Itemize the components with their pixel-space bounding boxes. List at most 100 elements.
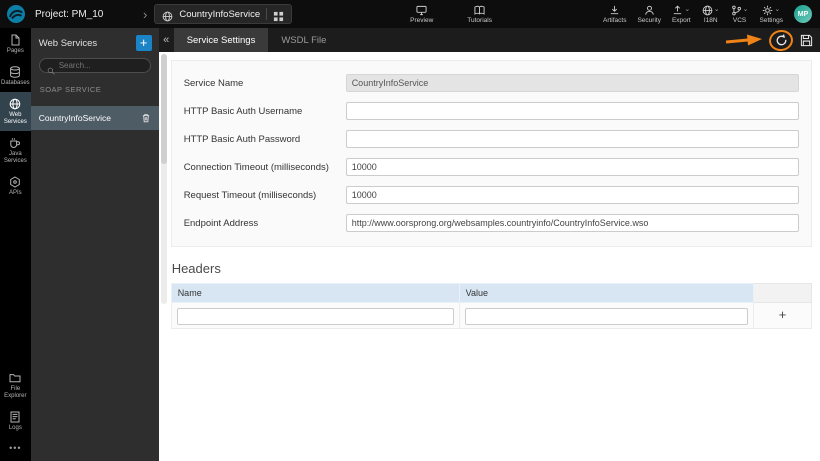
- form-row-auth-password: HTTP Basic Auth Password: [184, 130, 799, 148]
- menu-settings[interactable]: ⌄ Settings: [759, 4, 784, 24]
- column-header-actions: [753, 283, 812, 303]
- save-icon[interactable]: [800, 34, 813, 47]
- search-input[interactable]: [58, 61, 143, 70]
- column-header-name: Name: [170, 283, 460, 303]
- sidebar-item-java-services[interactable]: Java Services: [0, 131, 31, 170]
- scrollbar-thumb[interactable]: [160, 54, 167, 164]
- menu-label: Export: [671, 17, 691, 24]
- field-label: Endpoint Address: [183, 217, 259, 229]
- field-label: Connection Timeout (milliseconds): [183, 161, 329, 173]
- service-list-item[interactable]: CountryInfoService: [30, 106, 159, 130]
- tab-service-settings[interactable]: Service Settings: [173, 28, 269, 52]
- i18n-globe-icon: [702, 5, 713, 16]
- sidebar-item-logs[interactable]: Logs: [0, 405, 31, 437]
- vcs-branch-icon: [731, 5, 742, 16]
- reload-service-icon[interactable]: [774, 33, 789, 48]
- logs-document-icon: [9, 411, 21, 423]
- headers-table-row: +: [170, 302, 812, 329]
- sidebar-item-apis[interactable]: APIs: [0, 170, 31, 202]
- chevron-down-icon: ⌄: [774, 6, 781, 13]
- column-header-value: Value: [458, 283, 755, 303]
- app-logo-icon[interactable]: [6, 4, 26, 24]
- tutorials-button[interactable]: Tutorials: [467, 5, 492, 24]
- menu-artifacts[interactable]: Artifacts: [603, 4, 626, 24]
- preview-button[interactable]: Preview: [410, 5, 433, 24]
- form-row-auth-username: HTTP Basic Auth Username: [184, 102, 799, 120]
- auth-username-input[interactable]: [345, 102, 799, 120]
- grid-icon[interactable]: [273, 9, 284, 21]
- tutorials-book-icon: [474, 5, 485, 16]
- sidebar-item-file-explorer[interactable]: File Explorer: [0, 366, 31, 405]
- panel-title: Web Services: [38, 37, 98, 49]
- sidebar: Pages Databases Web Services Java Servic…: [0, 28, 31, 461]
- header-name-input[interactable]: [176, 307, 454, 325]
- service-search-box[interactable]: [38, 58, 151, 75]
- tab-wsdl-file[interactable]: WSDL File: [268, 28, 339, 52]
- web-services-panel: Web Services + SOAP SERVICE CountryInfoS…: [30, 28, 159, 461]
- database-icon: [9, 66, 21, 78]
- sidebar-item-label: Logs: [8, 425, 22, 431]
- vertical-scrollbar[interactable]: [160, 54, 167, 304]
- menu-vcs[interactable]: ⌄ VCS: [731, 4, 749, 24]
- annotation-circle: [767, 27, 795, 53]
- menu-label: Settings: [759, 17, 784, 24]
- trash-icon[interactable]: [141, 113, 151, 123]
- web-services-globe-icon: [9, 98, 21, 110]
- add-header-row-button[interactable]: +: [759, 307, 806, 322]
- field-label: HTTP Basic Auth Username: [183, 105, 303, 117]
- sidebar-item-web-services[interactable]: Web Services: [0, 92, 31, 131]
- topbar-center: Preview Tutorials: [410, 5, 492, 24]
- folder-icon: [9, 372, 21, 384]
- service-name-input[interactable]: [345, 74, 799, 92]
- headers-table-header-row: Name Value: [170, 283, 812, 303]
- chevron-down-icon: ⌄: [742, 6, 749, 13]
- menu-security[interactable]: Security: [637, 4, 661, 24]
- globe-icon: [162, 9, 173, 21]
- add-service-button[interactable]: +: [135, 35, 152, 51]
- soap-service-section-label: SOAP SERVICE: [39, 85, 102, 94]
- menu-label: Security: [637, 17, 661, 24]
- headers-section-title: Headers: [171, 261, 221, 276]
- field-label: HTTP Basic Auth Password: [183, 133, 301, 145]
- field-label: Service Name: [183, 77, 244, 89]
- divider: [266, 8, 268, 20]
- chevron-right-icon: ›: [143, 6, 148, 22]
- header-actions-cell: +: [753, 302, 812, 329]
- sidebar-item-pages[interactable]: Pages: [0, 28, 31, 60]
- request-timeout-input[interactable]: [345, 186, 799, 204]
- artifacts-download-icon: [609, 5, 620, 16]
- endpoint-address-input[interactable]: [345, 214, 799, 232]
- menu-i18n[interactable]: ⌄ I18N: [702, 4, 720, 24]
- security-user-icon: [644, 5, 655, 16]
- service-settings-form: Service Name HTTP Basic Auth Username HT…: [170, 60, 812, 247]
- user-avatar[interactable]: MP: [794, 5, 812, 23]
- auth-password-input[interactable]: [345, 130, 799, 148]
- menu-label: Artifacts: [602, 17, 627, 24]
- more-options-icon[interactable]: •••: [0, 437, 31, 461]
- service-selector[interactable]: CountryInfoService: [154, 4, 293, 24]
- tutorials-label: Tutorials: [467, 16, 492, 24]
- headers-table: Name Value +: [170, 283, 812, 329]
- coffee-cup-icon: [9, 137, 21, 149]
- form-row-endpoint-address: Endpoint Address: [184, 214, 799, 232]
- sidebar-item-label: Web Services: [3, 112, 27, 125]
- tabbar-actions: [726, 27, 820, 53]
- collapse-panel-button[interactable]: «: [159, 28, 174, 52]
- sidebar-item-label: Java Services: [3, 151, 27, 164]
- annotation-arrow: [726, 34, 762, 46]
- sidebar-item-label: APIs: [9, 190, 22, 196]
- field-label: Request Timeout (milliseconds): [183, 189, 317, 201]
- sidebar-item-label: File Explorer: [4, 386, 27, 399]
- settings-gear-icon: [762, 5, 773, 16]
- project-label: Project: PM_10: [35, 8, 104, 20]
- tab-bar: « Service Settings WSDL File: [158, 27, 820, 53]
- connection-timeout-input[interactable]: [345, 158, 799, 176]
- sidebar-item-databases[interactable]: Databases: [0, 60, 31, 92]
- topbar: Project: PM_10 › CountryInfoService Prev…: [0, 0, 820, 28]
- search-icon: [47, 62, 55, 75]
- header-value-input[interactable]: [464, 307, 748, 325]
- chevron-down-icon: ⌄: [684, 6, 691, 13]
- panel-header: Web Services +: [31, 28, 159, 57]
- menu-export[interactable]: ⌄ Export: [672, 4, 691, 24]
